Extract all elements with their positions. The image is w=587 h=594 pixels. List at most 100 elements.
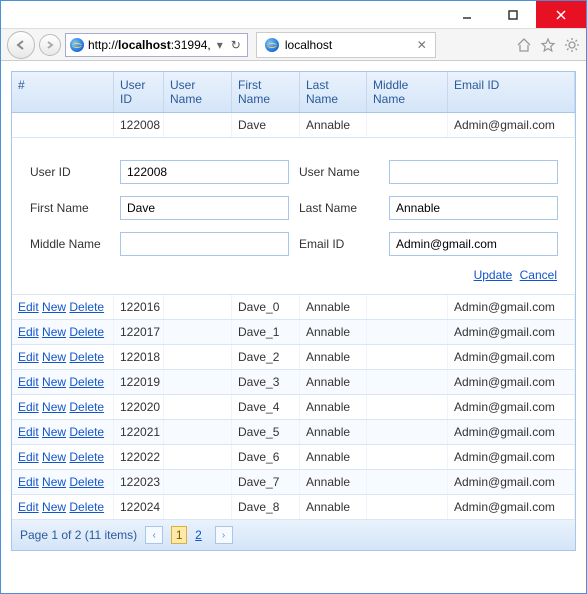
- edit-link[interactable]: Edit: [18, 350, 39, 364]
- cell-actions: Edit New Delete: [12, 370, 114, 394]
- table-row: Edit New Delete122024Dave_8AnnableAdmin@…: [12, 495, 575, 520]
- cell-last-name: Annable: [300, 420, 367, 444]
- pager: Page 1 of 2 (11 items) ‹ 1 2 ›: [12, 520, 575, 550]
- input-last-name[interactable]: [389, 196, 558, 220]
- cell-user-name: [164, 420, 232, 444]
- table-row: Edit New Delete122022Dave_6AnnableAdmin@…: [12, 445, 575, 470]
- cell-last-name: Annable: [300, 345, 367, 369]
- cell-email-id: Admin@gmail.com: [448, 113, 575, 137]
- input-middle-name[interactable]: [120, 232, 289, 256]
- header-middle-name[interactable]: Middle Name: [367, 72, 448, 112]
- cell-middle-name: [367, 113, 448, 137]
- new-link[interactable]: New: [42, 500, 66, 514]
- pager-page-2[interactable]: 2: [191, 526, 207, 544]
- edit-link[interactable]: Edit: [18, 500, 39, 514]
- edit-link[interactable]: Edit: [18, 300, 39, 314]
- delete-link[interactable]: Delete: [69, 425, 104, 439]
- grid-header: # User ID User Name First Name Last Name…: [12, 72, 575, 113]
- edit-link[interactable]: Edit: [18, 375, 39, 389]
- cell-first-name: Dave_5: [232, 420, 300, 444]
- cell-middle-name: [367, 470, 448, 494]
- forward-button[interactable]: [39, 34, 61, 56]
- cell-first-name: Dave_2: [232, 345, 300, 369]
- pager-next-button[interactable]: ›: [215, 526, 233, 544]
- maximize-button[interactable]: [490, 1, 536, 28]
- home-icon[interactable]: [516, 37, 532, 53]
- cell-actions: Edit New Delete: [12, 420, 114, 444]
- label-first-name: First Name: [30, 201, 112, 215]
- input-first-name[interactable]: [120, 196, 289, 220]
- chevron-down-icon[interactable]: ▾: [215, 38, 225, 52]
- edit-link[interactable]: Edit: [18, 425, 39, 439]
- input-user-name[interactable]: [389, 160, 558, 184]
- cell-middle-name: [367, 495, 448, 519]
- table-row: Edit New Delete122021Dave_5AnnableAdmin@…: [12, 420, 575, 445]
- cell-user-id: 122018: [114, 345, 164, 369]
- star-icon[interactable]: [540, 37, 556, 53]
- browser-tab[interactable]: localhost ✕: [256, 32, 436, 58]
- tab-title: localhost: [285, 38, 332, 52]
- header-actions[interactable]: #: [12, 72, 114, 112]
- new-link[interactable]: New: [42, 450, 66, 464]
- gear-icon[interactable]: [564, 37, 580, 53]
- back-button[interactable]: [7, 31, 35, 59]
- header-email-id[interactable]: Email ID: [448, 72, 575, 112]
- header-first-name[interactable]: First Name: [232, 72, 300, 112]
- cell-actions: Edit New Delete: [12, 395, 114, 419]
- new-link[interactable]: New: [42, 325, 66, 339]
- new-link[interactable]: New: [42, 400, 66, 414]
- editing-row-display: 122008 Dave Annable Admin@gmail.com: [12, 113, 575, 138]
- cancel-link[interactable]: Cancel: [520, 268, 557, 282]
- cell-user-name: [164, 295, 232, 319]
- cell-user-id: 122017: [114, 320, 164, 344]
- new-link[interactable]: New: [42, 375, 66, 389]
- pager-page-1[interactable]: 1: [171, 526, 187, 544]
- pager-prev-button[interactable]: ‹: [145, 526, 163, 544]
- delete-link[interactable]: Delete: [69, 300, 104, 314]
- new-link[interactable]: New: [42, 350, 66, 364]
- delete-link[interactable]: Delete: [69, 500, 104, 514]
- cell-email-id: Admin@gmail.com: [448, 295, 575, 319]
- cell-middle-name: [367, 295, 448, 319]
- edit-link[interactable]: Edit: [18, 475, 39, 489]
- edit-link[interactable]: Edit: [18, 400, 39, 414]
- delete-link[interactable]: Delete: [69, 350, 104, 364]
- tab-close-icon[interactable]: ✕: [417, 38, 427, 52]
- input-user-id[interactable]: [120, 160, 289, 184]
- cell-actions: Edit New Delete: [12, 445, 114, 469]
- new-link[interactable]: New: [42, 475, 66, 489]
- cell-last-name: Annable: [300, 370, 367, 394]
- delete-link[interactable]: Delete: [69, 400, 104, 414]
- cell-user-id: 122022: [114, 445, 164, 469]
- cell-middle-name: [367, 395, 448, 419]
- delete-link[interactable]: Delete: [69, 375, 104, 389]
- cell-first-name: Dave_6: [232, 445, 300, 469]
- label-middle-name: Middle Name: [30, 237, 112, 251]
- cell-email-id: Admin@gmail.com: [448, 420, 575, 444]
- header-user-id[interactable]: User ID: [114, 72, 164, 112]
- cell-email-id: Admin@gmail.com: [448, 395, 575, 419]
- cell-middle-name: [367, 420, 448, 444]
- delete-link[interactable]: Delete: [69, 450, 104, 464]
- address-bar[interactable]: http://localhost:31994, ▾ ↻: [65, 33, 248, 57]
- new-link[interactable]: New: [42, 425, 66, 439]
- update-link[interactable]: Update: [474, 268, 513, 282]
- cell-first-name: Dave_4: [232, 395, 300, 419]
- refresh-icon[interactable]: ↻: [229, 38, 243, 52]
- toolbar-icons: [516, 37, 580, 53]
- edit-link[interactable]: Edit: [18, 325, 39, 339]
- cell-last-name: Annable: [300, 495, 367, 519]
- input-email-id[interactable]: [389, 232, 558, 256]
- delete-link[interactable]: Delete: [69, 475, 104, 489]
- new-link[interactable]: New: [42, 300, 66, 314]
- header-last-name[interactable]: Last Name: [300, 72, 367, 112]
- edit-link[interactable]: Edit: [18, 450, 39, 464]
- cell-actions: Edit New Delete: [12, 495, 114, 519]
- close-button[interactable]: [536, 1, 586, 28]
- minimize-button[interactable]: [444, 1, 490, 28]
- delete-link[interactable]: Delete: [69, 325, 104, 339]
- cell-user-name: [164, 345, 232, 369]
- cell-first-name: Dave_3: [232, 370, 300, 394]
- header-user-name[interactable]: User Name: [164, 72, 232, 112]
- cell-user-name: [164, 370, 232, 394]
